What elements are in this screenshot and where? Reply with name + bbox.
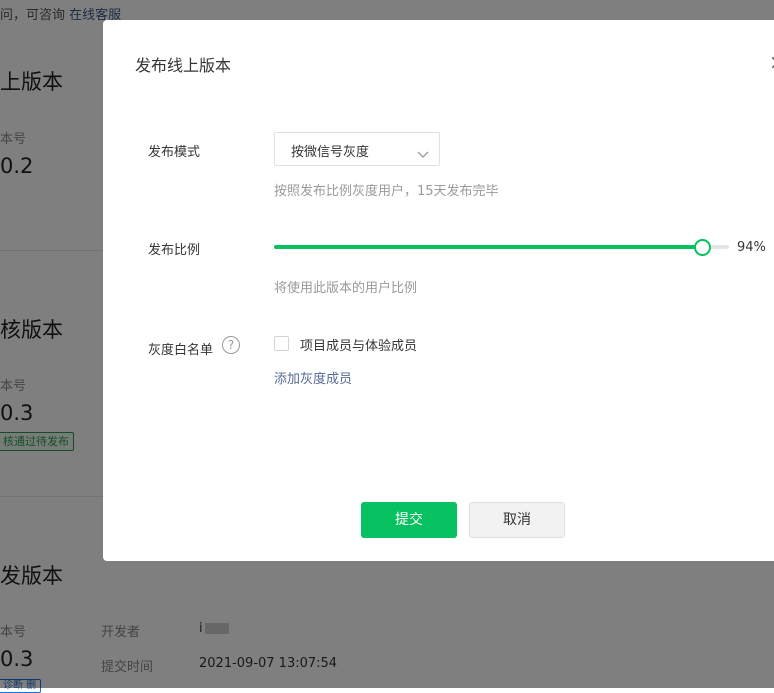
add-gray-members-link[interactable]: 添加灰度成员 bbox=[274, 368, 352, 387]
cancel-button[interactable]: 取消 bbox=[469, 502, 565, 538]
whitelist-label: 灰度白名单 bbox=[148, 343, 214, 358]
slider-fill bbox=[274, 245, 702, 249]
publish-ratio-slider[interactable] bbox=[274, 239, 729, 256]
publish-ratio-label: 发布比例 bbox=[148, 243, 201, 258]
chevron-down-icon bbox=[417, 144, 429, 163]
slider-handle[interactable] bbox=[693, 239, 711, 256]
submit-button[interactable]: 提交 bbox=[361, 502, 457, 538]
publish-mode-hint: 按照发布比例灰度用户，15天发布完毕 bbox=[274, 184, 499, 199]
publish-mode-selected: 按微信号灰度 bbox=[291, 145, 370, 160]
members-checkbox[interactable] bbox=[274, 336, 289, 351]
publish-ratio-value: 94% bbox=[737, 240, 766, 255]
publish-mode-select[interactable]: 按微信号灰度 bbox=[274, 132, 440, 166]
publish-ratio-hint: 将使用此版本的用户比例 bbox=[274, 281, 418, 296]
help-icon[interactable]: ? bbox=[222, 336, 240, 354]
close-icon[interactable]: × bbox=[769, 50, 774, 74]
publish-dialog: 发布线上版本 × 发布模式 按微信号灰度 按照发布比例灰度用户，15天发布完毕 … bbox=[103, 20, 774, 561]
dialog-title: 发布线上版本 bbox=[135, 56, 232, 75]
publish-mode-label: 发布模式 bbox=[148, 145, 201, 160]
members-checkbox-label[interactable]: 项目成员与体验成员 bbox=[300, 335, 417, 354]
